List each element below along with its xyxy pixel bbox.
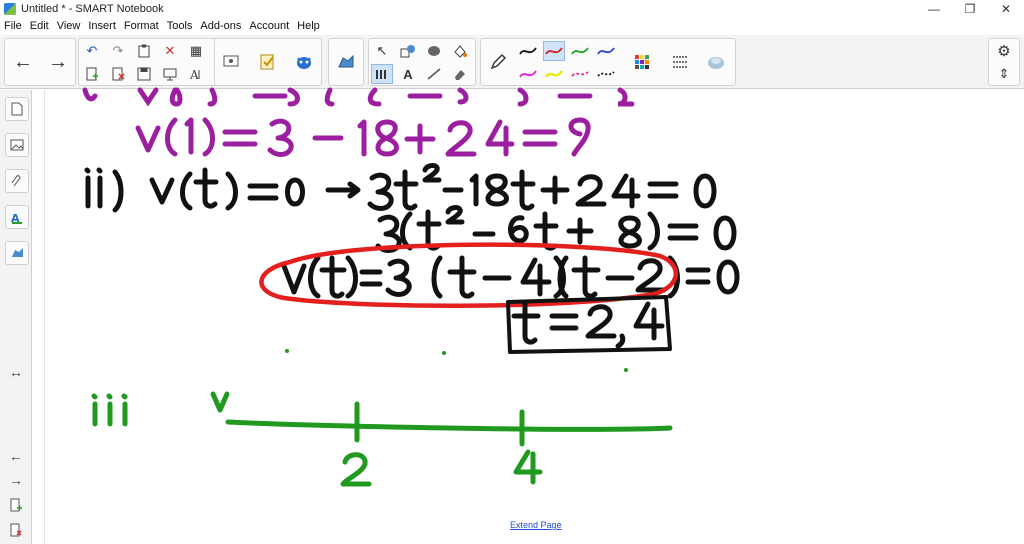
handwriting-layer[interactable] xyxy=(0,0,1024,544)
handwriting-top-partial xyxy=(82,87,635,107)
extend-page-link[interactable]: Extend Page xyxy=(510,520,562,530)
handwriting-v1-equation xyxy=(135,117,591,157)
handwriting-iii-number-line xyxy=(91,391,673,487)
handwriting-ii-equation xyxy=(84,163,717,213)
